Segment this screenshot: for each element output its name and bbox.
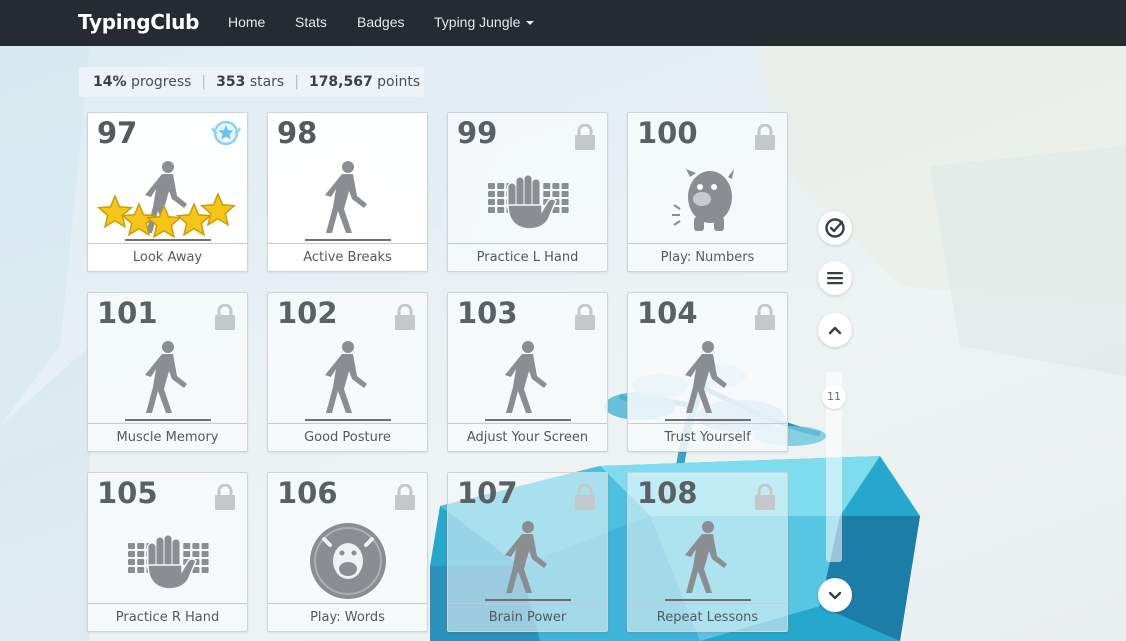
keyboard-hand-icon: [488, 174, 569, 230]
check-circle-icon: [825, 218, 845, 238]
lock-icon: [575, 304, 595, 330]
lesson-card-100[interactable]: 100 Play: Numbers: [627, 112, 788, 272]
lock-icon: [215, 484, 235, 510]
lesson-card-97[interactable]: 97 Look Away: [87, 112, 248, 272]
nav-typing-jungle-dropdown[interactable]: Typing Jungle: [434, 14, 535, 30]
walking-person-icon: [665, 341, 751, 421]
lesson-card-108[interactable]: 108 Repeat Lessons: [627, 472, 788, 632]
lesson-title: Play: Words: [268, 603, 427, 631]
walking-person-icon: [96, 161, 237, 241]
chevron-down-icon: [828, 591, 842, 600]
walking-person-icon: [305, 341, 391, 421]
progress-percent: 14%: [93, 74, 127, 90]
walking-person-icon: [485, 341, 571, 421]
lesson-card-98[interactable]: 98 Active Breaks: [267, 112, 428, 272]
page-indicator[interactable]: 11: [822, 385, 846, 409]
monster-icon: [672, 169, 734, 231]
stars-count: 353: [216, 74, 246, 90]
nav-home[interactable]: Home: [228, 14, 265, 30]
nav-badges[interactable]: Badges: [357, 14, 404, 30]
game-bubble-icon: [310, 523, 386, 599]
chevron-up-icon: [828, 326, 842, 335]
lock-icon: [575, 124, 595, 150]
keyboard-hand-icon: [128, 534, 209, 590]
lesson-title: Play: Numbers: [628, 243, 787, 271]
lesson-title: Brain Power: [448, 603, 607, 631]
lesson-card-99[interactable]: 99 Practice L Hand: [447, 112, 608, 272]
nav-stats[interactable]: Stats: [295, 14, 327, 30]
points-label: points: [377, 74, 421, 90]
lesson-card-105[interactable]: 105 Practice R Hand: [87, 472, 248, 632]
lesson-card-106[interactable]: 106 Play: Words: [267, 472, 428, 632]
lesson-card-104[interactable]: 104 Trust Yourself: [627, 292, 788, 452]
lock-icon: [755, 484, 775, 510]
progress-label: progress: [130, 74, 192, 90]
star-badge-icon: [211, 120, 241, 146]
navbar: TypingClub Home Stats Badges Typing Jung…: [0, 0, 1126, 46]
lesson-card-101[interactable]: 101 Muscle Memory: [87, 292, 248, 452]
lesson-title: Look Away: [88, 243, 247, 271]
walking-person-icon: [125, 341, 211, 421]
progress-summary: 14% progress | 353 stars | 178,567 point…: [79, 67, 424, 97]
brand-logo[interactable]: TypingClub: [78, 10, 199, 34]
scroll-up-button[interactable]: [818, 313, 852, 347]
lesson-title: Repeat Lessons: [628, 603, 787, 631]
walking-person-icon: [665, 521, 751, 601]
scroll-down-button[interactable]: [818, 578, 852, 612]
lesson-card-103[interactable]: 103 Adjust Your Screen: [447, 292, 608, 452]
lesson-card-107[interactable]: 107 Brain Power: [447, 472, 608, 632]
lock-icon: [395, 304, 415, 330]
caret-down-icon: [526, 21, 535, 25]
menu-button[interactable]: [818, 261, 852, 295]
divider: |: [201, 74, 207, 90]
lesson-title: Practice R Hand: [88, 603, 247, 631]
lesson-title: Adjust Your Screen: [448, 423, 607, 451]
lock-icon: [755, 304, 775, 330]
check-progress-button[interactable]: [818, 211, 852, 245]
lesson-card-102[interactable]: 102 Good Posture: [267, 292, 428, 452]
lesson-title: Muscle Memory: [88, 423, 247, 451]
lesson-title: Practice L Hand: [448, 243, 607, 271]
stars-label: stars: [249, 74, 285, 90]
lock-icon: [395, 484, 415, 510]
points-count: 178,567: [308, 74, 373, 90]
walking-person-icon: [305, 161, 391, 241]
lesson-title: Good Posture: [268, 423, 427, 451]
menu-icon: [827, 272, 843, 285]
walking-person-icon: [485, 521, 571, 601]
lesson-title: Active Breaks: [268, 243, 427, 271]
lock-icon: [215, 304, 235, 330]
lock-icon: [755, 124, 775, 150]
nav-typing-jungle-label: Typing Jungle: [434, 14, 521, 30]
lock-icon: [575, 484, 595, 510]
divider: |: [294, 74, 299, 90]
lesson-title: Trust Yourself: [628, 423, 787, 451]
